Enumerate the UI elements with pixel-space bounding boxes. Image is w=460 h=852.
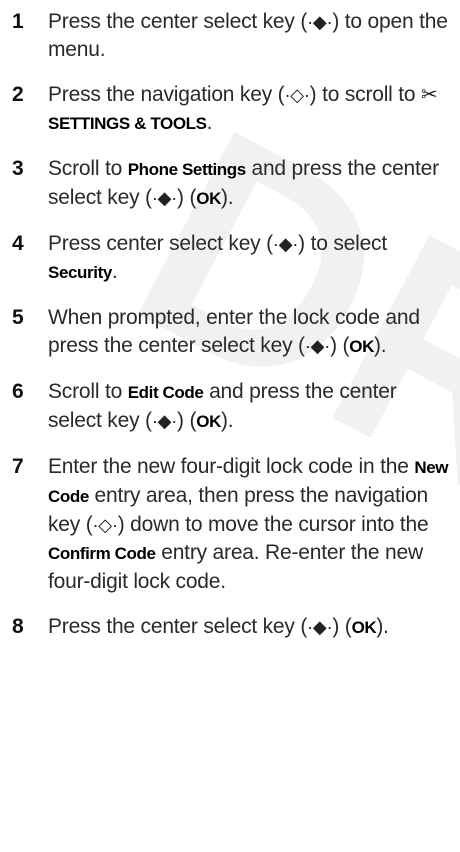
step-text-fragment: . [206, 111, 213, 134]
steps-list: 1 Press the center select key (·◆·) to op… [0, 8, 460, 659]
step-text-fragment: . [111, 260, 118, 283]
step-number: 1 [12, 10, 24, 33]
step-item: 6 Scroll to Edit Code and press the cente… [0, 378, 460, 436]
step-item: 7 Enter the new four-digit lock code in t… [0, 453, 460, 596]
step-text-fragment: ). [220, 186, 234, 209]
navigation-key-icon: ·◇· [92, 515, 118, 535]
step-text: Press the center select key (·◆·) to ope… [48, 8, 454, 64]
step-text-fragment: Press the center select key ( [48, 10, 308, 33]
step-text-fragment: ). [374, 334, 387, 357]
step-number: 6 [12, 380, 24, 403]
step-text-fragment: ) ( [330, 334, 350, 357]
step-text-fragment: ). [220, 409, 234, 432]
step-text-fragment: Press the center select key ( [48, 615, 308, 638]
settings-tools-icon: ✂ [421, 84, 438, 106]
step-text: Press center select key (·◆·) to select … [48, 230, 454, 287]
step-text-fragment: Press the navigation key ( [48, 83, 285, 106]
step-number: 4 [12, 232, 24, 255]
navigation-key-icon: ·◇· [284, 85, 310, 105]
step-text-fragment: ) to scroll to [309, 83, 422, 106]
step-text-fragment: Scroll to [48, 380, 128, 403]
step-text-fragment: ) to select [298, 232, 387, 255]
step-text: Press the center select key (·◆·) (OK). [48, 613, 454, 642]
menu-term: OK [196, 412, 221, 431]
step-item: 4 Press center select key (·◆·) to select… [0, 230, 460, 287]
center-select-key-icon: ·◆· [151, 188, 178, 208]
center-select-key-icon: ·◆· [307, 12, 333, 32]
menu-term: Edit Code [127, 383, 204, 402]
center-select-key-icon: ·◆· [304, 336, 331, 356]
step-text-fragment: Press center select key ( [48, 232, 273, 255]
step-item: 3 Scroll to Phone Settings and press the … [0, 155, 460, 213]
step-text-fragment: Scroll to [48, 157, 128, 180]
step-text-fragment: Enter the new four-digit lock code in th… [48, 455, 415, 478]
menu-term: Security [48, 263, 112, 282]
step-text-fragment: ) ( [177, 409, 197, 432]
step-number: 7 [12, 455, 24, 478]
center-select-key-icon: ·◆· [272, 234, 299, 254]
step-text-fragment: ) down to move the cursor into the [117, 513, 429, 536]
step-text: Enter the new four-digit lock code in th… [48, 453, 454, 596]
step-text: Scroll to Phone Settings and press the c… [48, 155, 454, 213]
step-text-fragment: ). [376, 615, 389, 638]
step-item: 1 Press the center select key (·◆·) to op… [0, 8, 460, 64]
step-number: 2 [12, 83, 24, 106]
step-item: 5 When prompted, enter the lock code and … [0, 304, 460, 361]
step-item: 2 Press the navigation key (·◇·) to scrol… [0, 81, 460, 138]
menu-term: OK [351, 618, 377, 637]
step-text-fragment: ) ( [177, 186, 197, 209]
step-text: Press the navigation key (·◇·) to scroll… [48, 81, 454, 138]
step-text: Scroll to Edit Code and press the center… [48, 378, 454, 436]
menu-term: Phone Settings [127, 160, 247, 179]
step-text: When prompted, enter the lock code and p… [48, 304, 454, 361]
menu-term: OK [349, 337, 374, 356]
step-text-fragment: ) ( [332, 615, 352, 638]
step-item: 8 Press the center select key (·◆·) (OK). [0, 613, 460, 642]
menu-term: Confirm Code [48, 544, 156, 563]
step-number: 5 [12, 306, 24, 329]
menu-term: OK [196, 189, 221, 208]
step-number: 3 [12, 157, 24, 180]
menu-term: SETTINGS & TOOLS [48, 114, 207, 133]
center-select-key-icon: ·◆· [151, 411, 178, 431]
